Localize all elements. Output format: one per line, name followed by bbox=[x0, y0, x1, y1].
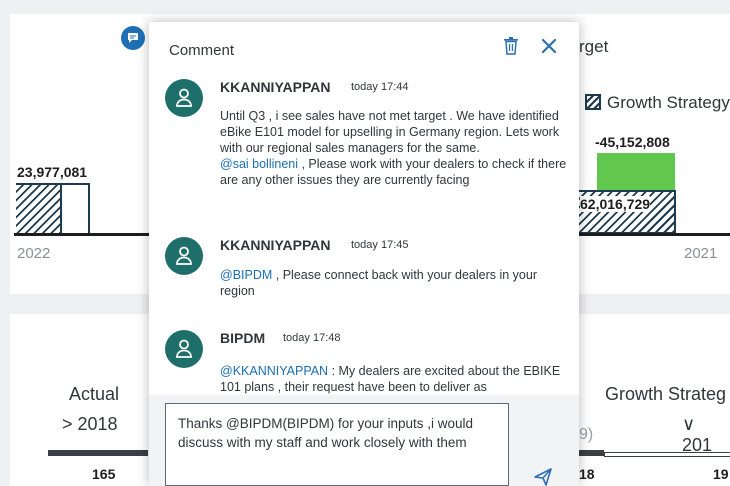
dialog-title: Comment bbox=[169, 42, 235, 59]
actual-year-selector[interactable]: > 2018 bbox=[62, 414, 118, 435]
bar-value-label-green: -45,152,808 bbox=[595, 134, 670, 150]
comment-text: @BIPDM , Please connect back with your d… bbox=[220, 267, 572, 299]
paren-fragment: 9) bbox=[579, 426, 594, 443]
comment-mention-link[interactable]: @KKANNIYAPPAN bbox=[220, 364, 328, 378]
comment-indicator-icon[interactable] bbox=[121, 26, 145, 50]
comment-item: KKANNIYAPPAN today 17:45 @BIPDM , Please… bbox=[165, 237, 575, 317]
comment-dialog: Comment KKANNIYAPPAN today 17:44 Until Q… bbox=[149, 22, 579, 486]
legend-swatch-growth-strategy bbox=[585, 94, 601, 110]
mid-progress-bar bbox=[578, 450, 604, 456]
comment-timestamp: today 17:45 bbox=[351, 239, 409, 251]
comment-input-area: Thanks @BIPDM(BIPDM) for your inputs ,i … bbox=[149, 395, 579, 486]
bar-value-label-left: 23,977,081 bbox=[17, 164, 88, 180]
year-label-right: 2021 bbox=[684, 245, 718, 262]
year-label-left: 2022 bbox=[17, 245, 51, 262]
send-icon[interactable] bbox=[530, 464, 556, 486]
close-icon[interactable] bbox=[538, 35, 560, 57]
chart-title-fragment: rget bbox=[579, 37, 609, 56]
actual-progress-bar bbox=[48, 450, 148, 456]
comment-mention-link[interactable]: @BIPDM bbox=[220, 268, 272, 282]
comment-mention-link[interactable]: @sai bollineni bbox=[220, 157, 298, 171]
comment-author: BIPDM bbox=[220, 330, 266, 346]
comment-timestamp: today 17:48 bbox=[283, 332, 341, 344]
comment-input[interactable]: Thanks @BIPDM(BIPDM) for your inputs ,i … bbox=[165, 403, 509, 486]
comment-text-main: Until Q3 , i see sales have not met targ… bbox=[220, 109, 560, 155]
comment-item: BIPDM today 17:48 @KKANNIYAPPAN : My dea… bbox=[165, 330, 575, 400]
comment-text: Until Q3 , i see sales have not met targ… bbox=[220, 108, 572, 188]
x-axis-right bbox=[579, 233, 730, 236]
comment-author: KKANNIYAPPAN bbox=[220, 79, 331, 95]
bar-value-label-hatched: 62,016,729 bbox=[580, 196, 651, 212]
comment-item: KKANNIYAPPAN today 17:44 Until Q3 , i se… bbox=[165, 79, 575, 229]
growth-strategy-header: Growth Strateg bbox=[605, 384, 727, 404]
trash-icon[interactable] bbox=[500, 35, 522, 57]
outline-bar-left bbox=[60, 183, 90, 235]
comment-author: KKANNIYAPPAN bbox=[220, 237, 331, 253]
actual-header: Actual bbox=[69, 384, 120, 404]
growth-progress-bar bbox=[604, 452, 730, 457]
hatched-bar-left bbox=[16, 183, 62, 235]
legend-label-growth-strategy: Growth Strategy bbox=[607, 93, 730, 112]
user-avatar-icon bbox=[165, 330, 203, 368]
growth-year-selector[interactable]: ∨ 201 bbox=[682, 414, 730, 456]
growth-value: 19 bbox=[713, 466, 729, 482]
mid-value: 18 bbox=[579, 466, 595, 482]
green-bar bbox=[597, 153, 675, 191]
user-avatar-icon bbox=[165, 237, 203, 275]
x-axis-left bbox=[14, 233, 150, 236]
comment-text: @KKANNIYAPPAN : My dealers are excited a… bbox=[220, 363, 572, 395]
comment-timestamp: today 17:44 bbox=[351, 81, 409, 93]
actual-value: 165 bbox=[92, 466, 116, 482]
user-avatar-icon bbox=[165, 79, 203, 117]
